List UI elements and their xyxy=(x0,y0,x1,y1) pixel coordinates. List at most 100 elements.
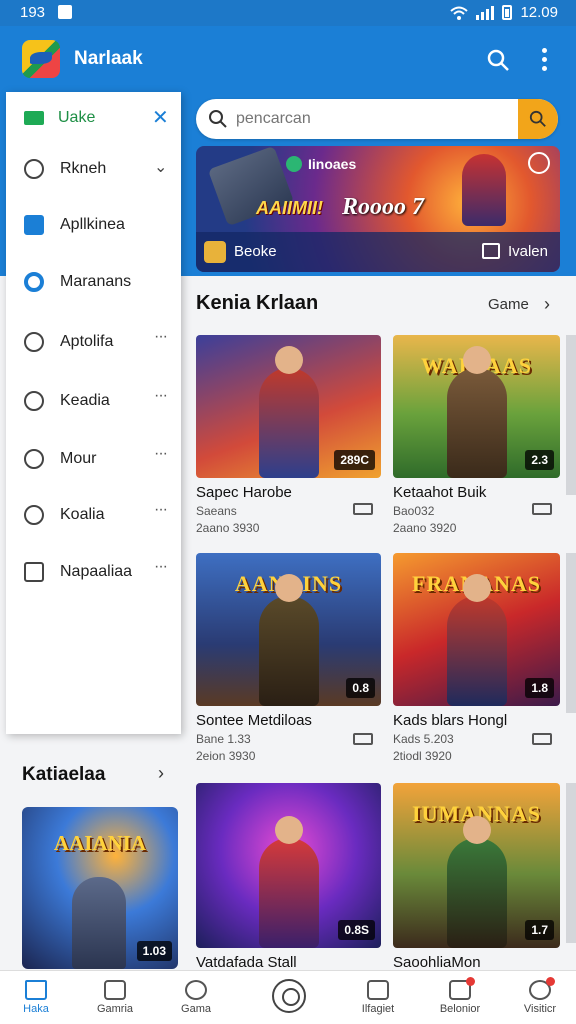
nav-home[interactable]: Haka xyxy=(0,971,76,1024)
shield-icon[interactable] xyxy=(528,152,550,174)
game-thumbnail: AANAINS 0.8 xyxy=(196,553,381,706)
drawer-item[interactable]: Apllkinea xyxy=(6,203,181,249)
drawer-item[interactable]: Keadia ··· xyxy=(6,379,181,425)
banner-title: Iinoaes xyxy=(286,156,356,172)
drawer-item[interactable]: Maranans xyxy=(6,260,181,306)
search-input[interactable] xyxy=(236,99,506,139)
search-icon[interactable] xyxy=(486,48,510,72)
featured-banner[interactable]: Iinoaes AAIIMII! Roooo 7 Beoke Ivalen xyxy=(196,146,560,272)
next-card-peek xyxy=(566,335,576,495)
rating-badge: 0.8S xyxy=(338,920,375,940)
search-button[interactable] xyxy=(518,99,558,139)
close-icon[interactable]: ✕ xyxy=(152,105,169,130)
radio-icon xyxy=(24,272,44,292)
drawer-item-label: Mour xyxy=(60,450,97,467)
app-title: Narlaak xyxy=(74,48,143,69)
character-figure xyxy=(72,877,126,969)
game-thumbnail: 289C xyxy=(196,335,381,478)
inbox-icon xyxy=(449,977,475,1000)
drawer-item-label: Aptolifa xyxy=(60,333,114,350)
rating-badge: 1.7 xyxy=(525,920,554,940)
nav-games[interactable]: Gamria xyxy=(75,971,155,1024)
gallery-icon xyxy=(482,243,500,259)
banner-big-text: Roooo 7 xyxy=(342,194,425,220)
controller-icon xyxy=(353,503,373,515)
nav-search[interactable]: Gama xyxy=(156,971,236,1024)
nav-label: Belonior xyxy=(439,1003,481,1015)
rating-badge: 2.3 xyxy=(525,450,554,470)
dots-circle-icon xyxy=(24,391,44,411)
wifi-icon xyxy=(450,6,469,20)
status-bar: 193 12.09 xyxy=(0,0,576,26)
controller-icon xyxy=(532,733,552,745)
game-card[interactable]: AANAINS 0.8 Sontee Metdiloas Bane 1.332e… xyxy=(196,553,381,765)
chevron-right-icon[interactable]: › xyxy=(158,763,164,784)
bottom-navigation: Haka Gamria Gama Ilfagiet Belonior Visit… xyxy=(0,970,576,1024)
more-icon[interactable] xyxy=(536,46,552,72)
character-figure xyxy=(258,574,319,706)
character-figure xyxy=(446,816,507,948)
section-link[interactable]: Game xyxy=(488,296,529,313)
battery-icon xyxy=(502,5,513,20)
status-time-left: 193 xyxy=(20,4,46,21)
drawer-item[interactable]: Mour ··· xyxy=(6,437,181,483)
apps-icon xyxy=(24,215,44,235)
game-card[interactable]: IUMANNAS 1.7 SaoohliaMon xyxy=(393,783,560,971)
chevron-down-icon[interactable]: ⌄ xyxy=(154,157,167,177)
notification-dot xyxy=(466,977,475,986)
game-card[interactable]: FRANANAS 1.8 Kads blars Hongl Kads 5.203… xyxy=(393,553,560,765)
game-name: Ketaahot Buik xyxy=(393,484,487,501)
book-icon xyxy=(204,241,226,263)
globe-icon xyxy=(24,449,44,469)
location-icon xyxy=(24,505,44,525)
game-card[interactable]: 0.8S Vatdafada Stall xyxy=(196,783,381,971)
game-name: Sapec Harobe xyxy=(196,484,292,501)
home-button[interactable] xyxy=(272,979,306,1013)
house-outline-icon xyxy=(104,980,126,1000)
more-icon[interactable]: ··· xyxy=(154,501,168,519)
people-icon xyxy=(367,980,389,1000)
more-icon[interactable]: ··· xyxy=(154,445,168,463)
controller-icon xyxy=(353,733,373,745)
signal-icon xyxy=(476,5,495,20)
game-name: SaoohliaMon xyxy=(393,954,481,971)
drawer-item-label: Keadia xyxy=(60,392,110,409)
game-card[interactable]: 289C Sapec Harobe Saeans 2aano 3930 xyxy=(196,335,381,537)
drawer-header: Uake ✕ xyxy=(6,92,181,144)
more-icon[interactable]: ··· xyxy=(154,558,168,576)
drawer-item[interactable]: Rkneh ⌄ xyxy=(6,147,181,193)
drawer-item[interactable]: Aptolifa ··· xyxy=(6,320,181,366)
search-icon xyxy=(529,110,546,127)
game-logo: AAIANIA xyxy=(53,831,147,855)
rating-badge: 289C xyxy=(334,450,375,470)
status-indicators: 12.09 xyxy=(450,4,558,21)
game-name: Sontee Metdiloas xyxy=(196,712,312,729)
chevron-right-icon[interactable]: › xyxy=(544,294,550,315)
game-thumbnail: WAINAAS 2.3 xyxy=(393,335,560,478)
nav-label: Gamria xyxy=(96,1003,134,1015)
nav-label: Gama xyxy=(181,1003,211,1015)
banner-footer: Beoke Ivalen xyxy=(196,232,560,272)
game-card[interactable]: WAINAAS 2.3 Ketaahot Buik Bao0322aano 39… xyxy=(393,335,560,537)
banner-footer-left[interactable]: Beoke xyxy=(234,243,277,260)
nav-profile[interactable]: Visiticr xyxy=(500,971,576,1024)
navigation-drawer: Uake ✕ Rkneh ⌄ Apllkinea Maranans Aptoli… xyxy=(6,92,181,734)
drawer-item-label: Koalia xyxy=(60,506,105,523)
banner-character-right xyxy=(462,154,506,226)
drawer-item[interactable]: Napaaliaa ··· xyxy=(6,550,181,596)
grid-icon xyxy=(24,562,44,582)
character-figure xyxy=(258,346,319,478)
drawer-item[interactable]: Koalia ··· xyxy=(6,493,181,539)
more-icon[interactable]: ··· xyxy=(154,328,168,346)
status-time-right: 12.09 xyxy=(520,4,558,21)
nav-library[interactable]: Ilfagiet xyxy=(338,971,418,1024)
rating-badge: 0.8 xyxy=(346,678,375,698)
lower-section-title: Katiaelaa xyxy=(22,764,106,785)
character-figure xyxy=(446,346,507,478)
game-thumbnail: 0.8S xyxy=(196,783,381,948)
featured-game-card[interactable]: AAIANIA 1.03 xyxy=(22,807,178,969)
nav-inbox[interactable]: Belonior xyxy=(420,971,500,1024)
banner-footer-right[interactable]: Ivalen xyxy=(508,243,548,260)
drawer-item-label: Napaaliaa xyxy=(60,563,133,580)
more-icon[interactable]: ··· xyxy=(154,387,168,405)
